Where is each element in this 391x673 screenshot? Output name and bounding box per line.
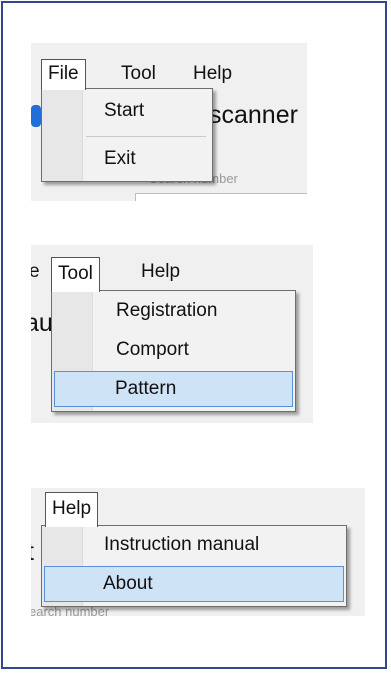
- menubar-tool[interactable]: Tool: [51, 257, 100, 292]
- menu-item-start[interactable]: Start: [44, 96, 210, 126]
- figure-frame: scanner Search number File Tool Help Sta…: [1, 1, 387, 669]
- file-dropdown: Start Exit: [41, 88, 213, 182]
- app-logo-edge: [31, 105, 41, 127]
- help-menu-panel: t earch number Help Instruction manual A…: [31, 488, 365, 616]
- menubar-file[interactable]: File: [41, 59, 86, 90]
- menubar-tool[interactable]: Tool: [121, 63, 156, 85]
- menubar-help[interactable]: Help: [193, 63, 232, 85]
- menu-item-registration[interactable]: Registration: [54, 296, 293, 326]
- menubar-file-fragment: e: [31, 261, 40, 282]
- tool-menu-panel: e au Tool Help Registration Comport Patt…: [31, 245, 313, 423]
- background-title: scanner: [209, 101, 298, 129]
- menubar-help[interactable]: Help: [141, 261, 180, 283]
- help-dropdown: Instruction manual About: [41, 525, 347, 607]
- tool-dropdown: Registration Comport Pattern: [51, 290, 296, 412]
- menu-item-exit[interactable]: Exit: [44, 144, 210, 174]
- search-number-field[interactable]: [135, 193, 307, 201]
- background-fragment: t: [31, 538, 34, 567]
- menu-separator: [86, 136, 206, 137]
- menu-item-about[interactable]: About: [44, 566, 344, 602]
- background-fragment: au: [31, 309, 53, 337]
- menu-item-instruction-manual[interactable]: Instruction manual: [44, 530, 344, 560]
- menubar-help[interactable]: Help: [45, 492, 99, 527]
- menu-item-comport[interactable]: Comport: [54, 335, 293, 365]
- file-menu-panel: scanner Search number File Tool Help Sta…: [31, 43, 307, 201]
- menu-item-pattern[interactable]: Pattern: [54, 371, 293, 407]
